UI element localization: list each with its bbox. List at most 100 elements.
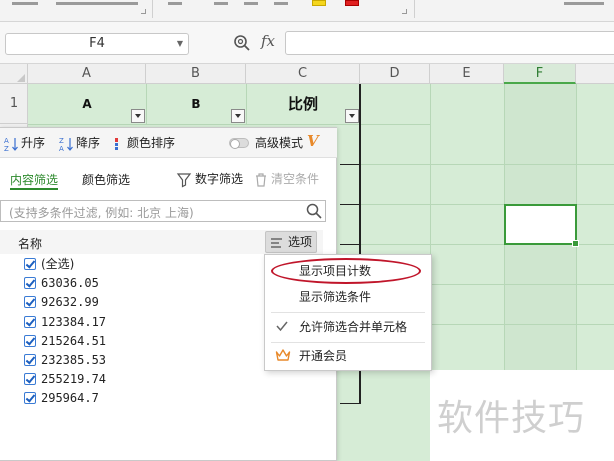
list-item[interactable]: 215264.51 (24, 332, 264, 351)
color-sort-icon (115, 137, 118, 150)
list-item[interactable]: 92632.99 (24, 293, 264, 312)
trash-icon (256, 172, 266, 187)
column-header-b[interactable]: B (146, 64, 246, 84)
list-item[interactable]: 123384.17 (24, 313, 264, 332)
options-lines-icon (271, 238, 282, 248)
dialog-launcher-icon[interactable] (141, 9, 146, 14)
list-item[interactable]: 63036.05 (24, 274, 264, 293)
sort-desc-icon: Z A (59, 137, 73, 152)
list-item[interactable]: 232385.53 (24, 351, 264, 370)
table-border (340, 204, 360, 205)
column-header-g-partial[interactable] (576, 64, 614, 84)
checkbox-checked[interactable] (24, 392, 36, 405)
checkbox-checked[interactable] (24, 258, 36, 270)
checkbox-checked[interactable] (24, 353, 36, 366)
list-item-label: 63036.05 (41, 276, 99, 291)
row-header-1[interactable]: 1 (0, 84, 28, 124)
select-all-corner[interactable] (0, 64, 28, 84)
spreadsheet-window: F4 ▼ fx A B 比例 A B C D E F 1 A Z 升序 Z A … (0, 0, 614, 461)
formula-input[interactable] (285, 31, 614, 55)
ribbon-toolbar (0, 0, 614, 22)
filter-dropdown-b-icon[interactable] (231, 109, 245, 123)
list-item-label: 215264.51 (41, 333, 107, 348)
filter-dropdown-c-icon[interactable] (345, 109, 359, 123)
color-sort-button[interactable]: 颜色排序 (114, 134, 175, 152)
font-color-icon[interactable] (345, 0, 359, 6)
sort-ascending-button[interactable]: A Z 升序 (4, 134, 45, 152)
search-icon[interactable] (306, 203, 322, 219)
list-item[interactable]: 295964.7 (24, 389, 264, 408)
checkbox-checked[interactable] (24, 296, 36, 309)
ribbon-control-fragment[interactable] (56, 2, 138, 5)
column-header-c[interactable]: C (246, 64, 360, 84)
column-header-f[interactable]: F (504, 64, 576, 84)
sort-asc-icon: A Z (4, 137, 18, 152)
ribbon-control-fragment[interactable] (168, 2, 182, 5)
checkbox-checked[interactable] (24, 334, 36, 347)
advanced-mode-toggle[interactable] (229, 138, 249, 149)
table-border (340, 164, 360, 165)
value-checklist: (全选) 63036.05 92632.99 123384.17 215264.… (24, 255, 264, 409)
dialog-launcher-icon[interactable] (402, 9, 407, 14)
number-filter-button[interactable]: 数字筛选 (176, 170, 243, 188)
sort-descending-button[interactable]: Z A 降序 (59, 134, 100, 152)
ribbon-control-fragment[interactable] (564, 2, 604, 5)
gridline (360, 164, 614, 165)
filter-search-input[interactable]: (支持多条件过滤, 例如: 北京 上海) (0, 200, 326, 222)
sort-descending-label: 降序 (76, 136, 101, 150)
checkbox-checked[interactable] (24, 315, 36, 328)
ribbon-separator (414, 0, 415, 18)
list-item-label: 232385.53 (41, 352, 107, 367)
list-item-select-all[interactable]: (全选) (24, 255, 264, 274)
formula-bar: F4 ▼ fx (0, 22, 614, 64)
filter-tabs: 内容筛选 颜色筛选 数字筛选 清空条件 (0, 164, 337, 190)
list-item-label: 255219.74 (41, 372, 107, 387)
name-box-value: F4 (89, 36, 105, 51)
clear-conditions-button[interactable]: 清空条件 (254, 170, 319, 188)
ribbon-control-fragment[interactable] (214, 2, 228, 5)
list-item-label: (全选) (41, 257, 75, 271)
highlight-color-icon[interactable] (312, 0, 326, 6)
chevron-down-icon[interactable]: ▼ (177, 34, 183, 54)
ribbon-control-fragment[interactable] (274, 2, 288, 5)
menu-item-label: 开通会员 (299, 349, 348, 363)
ribbon-control-fragment[interactable] (12, 2, 38, 5)
menu-item-allow-merged-cells[interactable]: 允许筛选合并单元格 (265, 314, 431, 340)
insert-function-icon[interactable]: fx (261, 32, 275, 50)
options-button[interactable]: 选项 (265, 231, 317, 253)
cell-a1[interactable]: A (28, 84, 146, 124)
name-box[interactable]: F4 ▼ (5, 33, 189, 55)
column-header-e[interactable]: E (430, 64, 504, 84)
menu-separator (271, 312, 425, 313)
sort-ascending-label: 升序 (21, 136, 46, 150)
menu-item-open-membership[interactable]: 开通会员 (265, 343, 431, 369)
svg-text:A: A (59, 145, 64, 152)
menu-item-label: 显示筛选条件 (299, 290, 372, 304)
crown-icon (275, 349, 291, 361)
cell-c1[interactable]: 比例 (246, 84, 360, 124)
advanced-mode-label: 高级模式 (255, 136, 304, 150)
svg-text:A: A (4, 137, 9, 145)
menu-item-label: 允许筛选合并单元格 (299, 320, 408, 334)
tab-color-filter[interactable]: 颜色筛选 (82, 171, 130, 190)
ribbon-control-fragment[interactable] (244, 2, 258, 5)
tab-content-filter[interactable]: 内容筛选 (10, 171, 59, 190)
name-column-label: 名称 (18, 237, 43, 251)
list-item[interactable]: 255219.74 (24, 370, 264, 389)
number-filter-label: 数字筛选 (195, 172, 244, 186)
options-menu: 显示项目计数 显示筛选条件 允许筛选合并单元格 开通会员 (264, 254, 432, 371)
menu-item-show-item-count[interactable]: 显示项目计数 (265, 258, 431, 284)
column-header-a[interactable]: A (28, 64, 146, 84)
zoom-search-icon[interactable] (233, 34, 251, 52)
list-item-label: 92632.99 (41, 295, 99, 310)
checkbox-checked[interactable] (24, 277, 36, 290)
filter-dropdown-a-icon[interactable] (131, 109, 145, 123)
checkbox-checked[interactable] (24, 373, 36, 386)
list-item-label: 123384.17 (41, 314, 107, 329)
column-header-row: A B C D E F (0, 64, 614, 84)
menu-item-show-filter-conditions[interactable]: 显示筛选条件 (265, 284, 431, 310)
active-cell-f4[interactable] (504, 204, 579, 247)
ribbon-separator (152, 0, 153, 18)
vip-badge-icon: V (307, 132, 319, 150)
column-header-d[interactable]: D (360, 64, 430, 84)
